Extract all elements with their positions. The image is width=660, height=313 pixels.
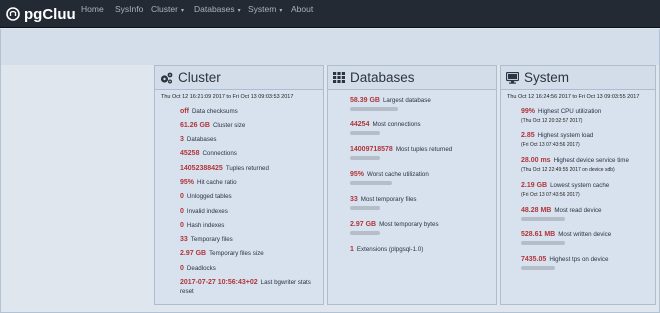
cogs-icon <box>160 72 173 83</box>
table-grid-icon <box>333 72 345 83</box>
navbar: pgCluu Home SysInfo Cluster ▾ Databases ▾ … <box>0 0 660 28</box>
blurred-device-name <box>521 241 565 245</box>
stat-hash-indexes: 0 Hash indexes <box>180 222 225 229</box>
nav-system-dropdown[interactable]: System ▾ <box>248 0 282 18</box>
stat-deadlocks: 0 Deadlocks <box>180 265 216 272</box>
stat-most-tuples-returned: 14009718578 Most tuples returned <box>350 146 452 160</box>
nav-cluster-dropdown[interactable]: Cluster ▾ <box>151 0 184 18</box>
cluster-panel-header: Cluster <box>155 66 323 90</box>
stat-data-checksums: off Data checksums <box>180 108 238 115</box>
blurred-db-name <box>350 131 380 135</box>
blurred-db-name <box>350 206 380 210</box>
cluster-date-range: Thu Oct 12 16:21:09 2017 to Fri Oct 13 0… <box>161 94 294 100</box>
stat-connections: 45258 Connections <box>180 150 237 157</box>
monitor-icon <box>506 71 519 84</box>
system-title: System <box>524 70 570 85</box>
blurred-db-name <box>350 181 392 185</box>
stat-highest-cpu: 99% Highest CPU utilization (Thu Oct 12 20… <box>521 108 602 124</box>
stat-invalid-indexes: 0 Invalid indexes <box>180 208 228 215</box>
stat-highest-tps: 7435.05 Highest tps on device <box>521 256 608 270</box>
databases-title: Databases <box>350 70 415 85</box>
stat-last-bgwriter-reset: 2017-07-27 10:56:43+02 Last bgwriter stat… <box>180 279 311 295</box>
stat-databases-count: 3 Databases <box>180 136 217 143</box>
brand-link[interactable]: pgCluu <box>6 3 76 25</box>
nav-about[interactable]: About <box>291 0 313 18</box>
cluster-panel: Cluster Thu Oct 12 16:21:09 2017 to Fri … <box>154 65 324 305</box>
nav-databases-label: Databases <box>194 4 235 14</box>
system-panel-header: System <box>501 66 655 90</box>
stat-most-temporary-bytes: 2.97 GB Most temporary bytes <box>350 221 439 235</box>
stat-largest-database: 58.39 GB Largest database <box>350 97 431 111</box>
nav-system-label: System <box>248 4 277 14</box>
blurred-db-name <box>350 231 380 235</box>
stat-most-connections: 44254 Most connections <box>350 121 421 135</box>
blurred-device-name <box>521 217 565 221</box>
nav-home[interactable]: Home <box>81 0 104 18</box>
blurred-db-name <box>350 107 398 111</box>
stat-tuples-returned: 14052388425 Tuples returned <box>180 165 269 172</box>
databases-panel: Databases 58.39 GB Largest database 44254… <box>327 65 497 305</box>
stat-most-written-device: 528.61 MB Most written device <box>521 231 611 245</box>
nav-cluster-label: Cluster <box>151 4 178 14</box>
brand-name: pgCluu <box>24 5 76 23</box>
nav-databases-dropdown[interactable]: Databases ▾ <box>194 0 241 18</box>
system-panel: System Thu Oct 12 16:24:56 2017 to Fri O… <box>500 65 656 305</box>
stat-unlogged-tables: 0 Unlogged tables <box>180 193 232 200</box>
blurred-device-name <box>521 266 555 270</box>
blurred-db-name <box>350 156 380 160</box>
stat-worst-cache-utilization: 95% Worst cache utilization <box>350 171 429 185</box>
stat-highest-load: 2.85 Highest system load (Fri Oct 13 07:43… <box>521 132 594 148</box>
elephant-logo-icon <box>6 7 20 21</box>
nav-sysinfo[interactable]: SysInfo <box>115 0 143 18</box>
cluster-title: Cluster <box>178 70 221 85</box>
stat-lowest-cache: 2.19 GB Lowest system cache (Fri Oct 13 07… <box>521 182 610 198</box>
stat-cluster-size: 61.26 GB Cluster size <box>180 122 246 129</box>
stat-highest-service-time: 28.00 ms Highest device service time (Thu … <box>521 157 629 173</box>
stat-most-temporary-files: 33 Most temporary files <box>350 196 417 210</box>
stat-most-read-device: 48.28 MB Most read device <box>521 207 601 221</box>
stat-hit-cache-ratio: 95% Hit cache ratio <box>180 179 237 186</box>
system-date-range: Thu Oct 12 16:24:56 2017 to Fri Oct 13 0… <box>507 94 640 100</box>
chevron-down-icon: ▾ <box>237 8 241 14</box>
stat-temporary-files-size: 2.97 GB Temporary files size <box>180 250 264 257</box>
chevron-down-icon: ▾ <box>279 8 283 14</box>
page-header-band <box>0 29 660 65</box>
chevron-down-icon: ▾ <box>180 8 184 14</box>
stat-extensions: 1 Extensions (plpgsql-1.0) <box>350 246 424 253</box>
stat-temporary-files: 33 Temporary files <box>180 236 233 243</box>
frame-left <box>0 29 1 313</box>
databases-panel-header: Databases <box>328 66 496 90</box>
